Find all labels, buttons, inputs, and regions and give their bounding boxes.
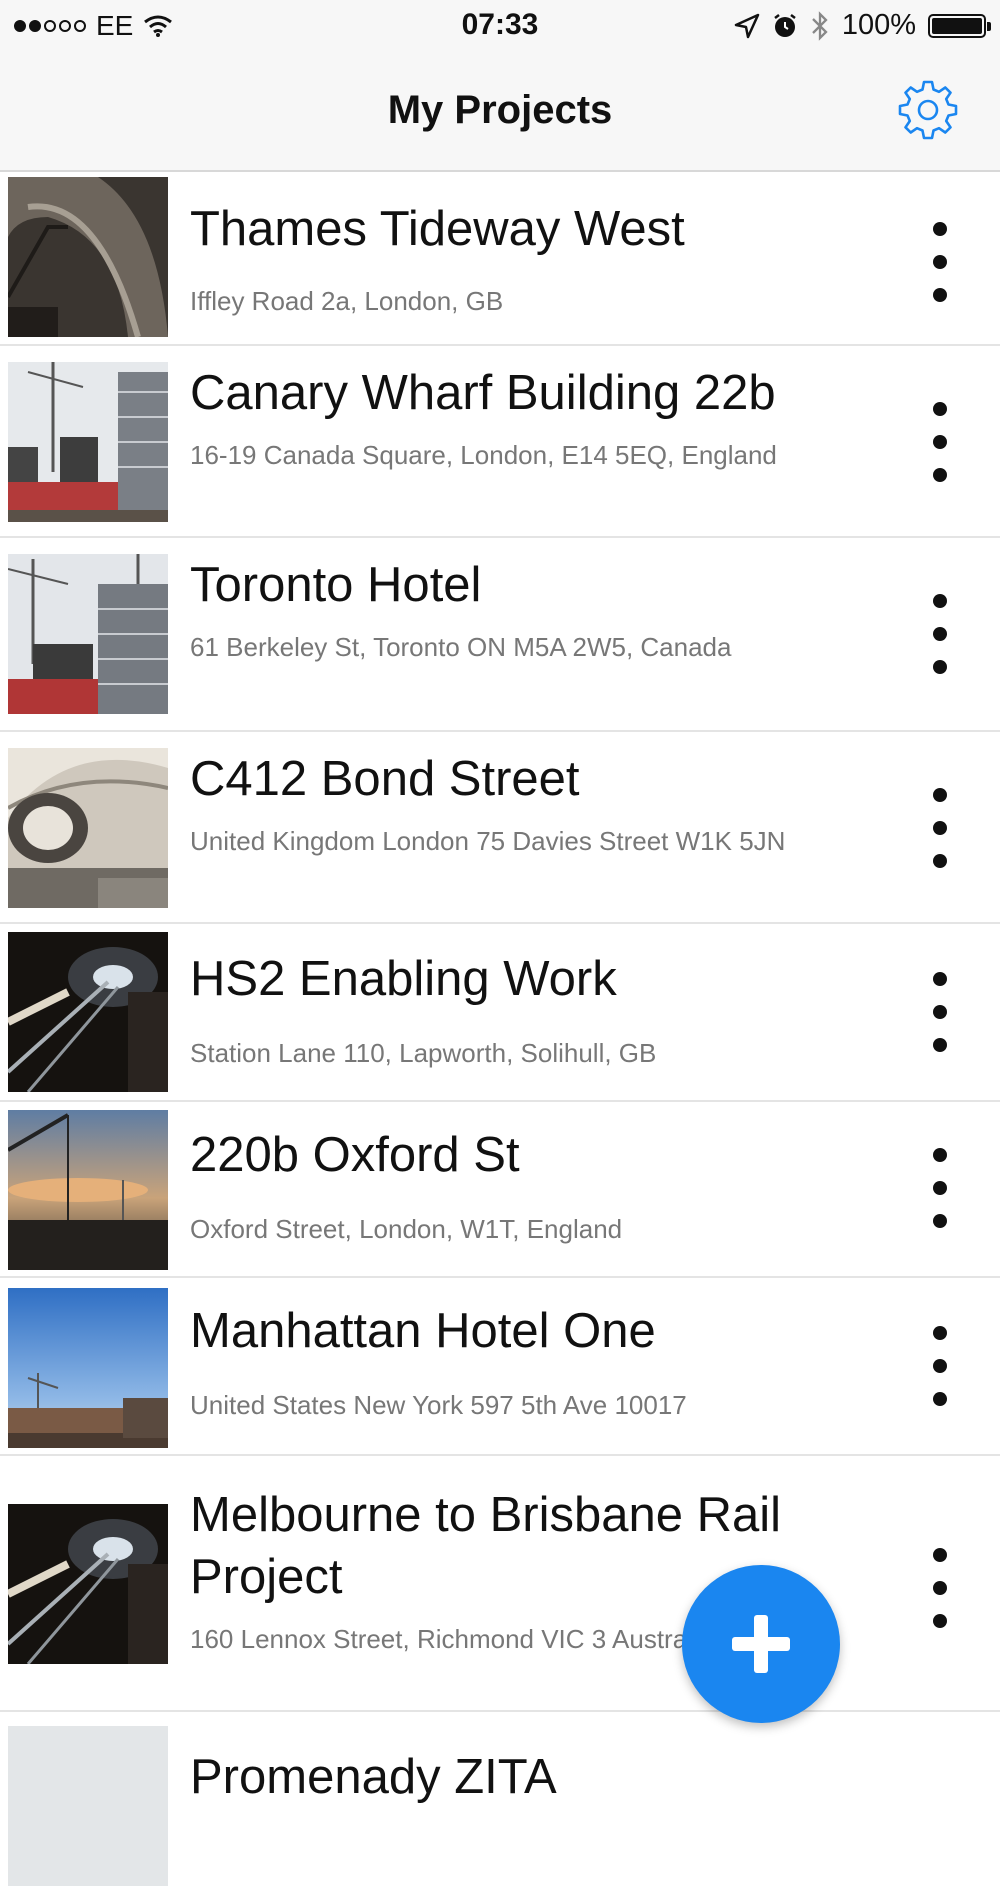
location-icon <box>734 13 760 38</box>
project-thumbnail <box>8 1504 168 1664</box>
project-thumbnail <box>8 1726 168 1886</box>
more-options-icon[interactable] <box>920 788 960 868</box>
project-thumbnail <box>8 748 168 908</box>
project-thumbnail <box>8 177 168 337</box>
more-options-icon[interactable] <box>920 1326 960 1406</box>
project-row[interactable]: Canary Wharf Building 22b 16-19 Canada S… <box>0 346 1000 538</box>
battery-icon <box>928 13 991 38</box>
project-name: Canary Wharf Building 22b <box>190 366 776 420</box>
project-name: Toronto Hotel <box>190 558 482 612</box>
project-thumbnail <box>8 932 168 1092</box>
project-row[interactable]: Melbourne to Brisbane Rail Project 160 L… <box>0 1456 1000 1712</box>
more-options-icon[interactable] <box>920 1148 960 1228</box>
project-row[interactable]: Manhattan Hotel One United States New Yo… <box>0 1278 1000 1456</box>
project-address: Station Lane 110, Lapworth, Solihull, GB <box>190 1038 657 1068</box>
status-bar: EE 07:33 100% <box>0 0 1000 52</box>
more-options-icon[interactable] <box>920 972 960 1052</box>
project-address: United Kingdom London 75 Davies Street W… <box>190 826 786 856</box>
add-project-button[interactable] <box>682 1565 840 1723</box>
project-row[interactable]: Promenady ZITA <box>0 1712 1000 1886</box>
bluetooth-icon <box>812 10 828 41</box>
project-address: United States New York 597 5th Ave 10017 <box>190 1390 687 1420</box>
more-options-icon[interactable] <box>920 222 960 302</box>
gear-icon[interactable] <box>896 78 960 142</box>
more-options-icon[interactable] <box>920 594 960 674</box>
project-thumbnail <box>8 1288 168 1448</box>
project-address: 16-19 Canada Square, London, E14 5EQ, En… <box>190 440 777 470</box>
project-name: HS2 Enabling Work <box>190 952 617 1006</box>
more-options-icon[interactable] <box>920 402 960 482</box>
project-name: C412 Bond Street <box>190 752 580 806</box>
project-thumbnail <box>8 1110 168 1270</box>
battery-percent: 100% <box>841 9 916 41</box>
project-name: Promenady ZITA <box>190 1750 557 1804</box>
project-name: Thames Tideway West <box>190 202 685 256</box>
project-row[interactable]: Toronto Hotel 61 Berkeley St, Toronto ON… <box>0 538 1000 732</box>
project-address: 61 Berkeley St, Toronto ON M5A 2W5, Cana… <box>190 632 732 662</box>
project-name: Manhattan Hotel One <box>190 1304 656 1358</box>
project-row[interactable]: C412 Bond Street United Kingdom London 7… <box>0 732 1000 924</box>
project-row[interactable]: Thames Tideway West Iffley Road 2a, Lond… <box>0 172 1000 346</box>
project-row[interactable]: 220b Oxford St Oxford Street, London, W1… <box>0 1102 1000 1278</box>
project-address: Oxford Street, London, W1T, England <box>190 1214 623 1244</box>
more-options-icon[interactable] <box>920 1548 960 1628</box>
project-thumbnail <box>8 554 168 714</box>
status-right-group: 100% <box>734 9 991 42</box>
navigation-bar: My Projects <box>0 52 1000 172</box>
project-row[interactable]: HS2 Enabling Work Station Lane 110, Lapw… <box>0 924 1000 1102</box>
page-title: My Projects <box>387 88 613 132</box>
alarm-icon <box>774 13 796 37</box>
project-name: 220b Oxford St <box>190 1128 520 1182</box>
project-address: Iffley Road 2a, London, GB <box>190 286 504 316</box>
project-thumbnail <box>8 362 168 522</box>
project-list: Thames Tideway West Iffley Road 2a, Lond… <box>0 172 1000 1886</box>
